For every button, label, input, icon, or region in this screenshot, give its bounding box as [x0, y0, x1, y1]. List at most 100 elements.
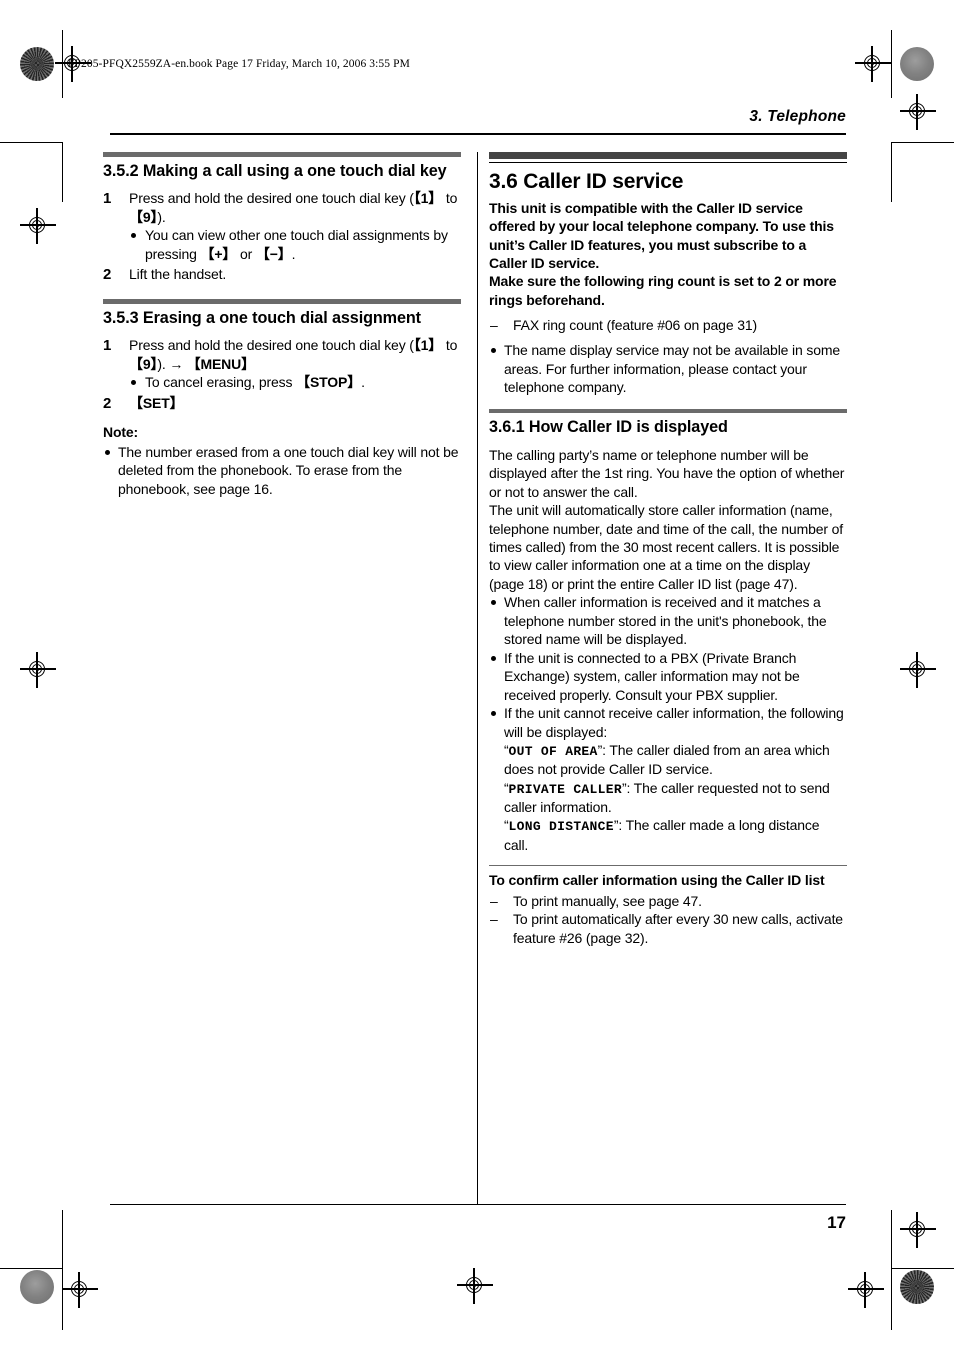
step-number: 2: [103, 266, 112, 284]
registration-mark-left-middle: [20, 652, 56, 688]
section-3-6-lead-2: Make sure the following ring count is se…: [489, 273, 837, 308]
trim-line-bottom-right: [892, 1268, 954, 1270]
display-message-long-distance: “LONG DISTANCE”: The caller made a long …: [504, 816, 847, 854]
step-number: 2: [103, 394, 112, 412]
trim-line-right-vert: [891, 142, 893, 202]
trim-line-top-right: [892, 142, 954, 144]
document-page: FP205-PFQX2559ZA-en.book Page 17 Friday,…: [0, 0, 954, 1351]
section-3-6-heading: 3.6 Caller ID service: [489, 169, 684, 193]
arrow-icon: →: [169, 355, 183, 372]
key-stop: 【STOP】: [296, 374, 362, 391]
section-3-6-lead-1: This unit is compatible with the Caller …: [489, 199, 834, 271]
list-item: The name display service may not be avai…: [489, 341, 847, 396]
bullet-text-after: .: [291, 245, 296, 262]
list-item: When caller information is received and …: [489, 593, 847, 648]
step-text: Press and hold the desired one touch dia…: [129, 336, 461, 392]
registration-mark-bottom-center: [457, 1268, 493, 1304]
display-code: PRIVATE CALLER: [508, 781, 622, 797]
footer-rule: [110, 1204, 846, 1206]
registration-mark-right-upper: [900, 94, 936, 130]
section-3-5-2-heading: 3.5.2 Making a call using a one touch di…: [103, 161, 447, 180]
list-item: FAX ring count (feature #06 on page 31): [489, 316, 847, 335]
key-menu: 【MENU】: [186, 355, 255, 372]
book-file-info-line: FP205-PFQX2559ZA-en.book Page 17 Friday,…: [68, 58, 410, 70]
step-text-after: ).: [157, 355, 170, 372]
list-item: To print manually, see page 47.: [489, 892, 847, 911]
confirm-dash-list: To print manually, see page 47. To print…: [489, 892, 847, 947]
trim-line-right-lower: [891, 1268, 893, 1330]
header-rule: [110, 133, 846, 135]
step-text: Press and hold the desired one touch dia…: [129, 189, 461, 263]
step-number: 1: [103, 336, 112, 354]
step-item: 2 【SET】: [103, 394, 461, 414]
trim-line-top-left: [0, 142, 62, 144]
key-1: 【1】: [413, 189, 443, 206]
step-bullet-list: To cancel erasing, press 【STOP】.: [129, 373, 461, 391]
list-item: To cancel erasing, press 【STOP】.: [129, 373, 461, 391]
note-label: Note:: [103, 423, 139, 440]
page-number: 17: [827, 1213, 846, 1232]
key-9: 【9】: [129, 355, 158, 372]
registration-mark-right-middle: [900, 652, 936, 688]
display-message-out-of-area: “OUT OF AREA”: The caller dialed from an…: [504, 741, 847, 779]
step-number: 1: [103, 189, 112, 207]
trim-line-left-bottom: [62, 1210, 64, 1270]
key-set: 【SET】: [129, 394, 184, 411]
section-3-6-1-bullet-list: When caller information is received and …: [489, 593, 847, 854]
step-text: Lift the handset.: [129, 266, 227, 283]
section-rule: [103, 152, 461, 157]
key-9: 【9】: [129, 208, 158, 225]
registration-mark-left-upper: [20, 208, 56, 244]
step-text-mid: to: [442, 336, 458, 353]
section-3-6-1-heading: 3.6.1 How Caller ID is displayed: [489, 418, 728, 437]
section-3-5-3: 3.5.3 Erasing a one touch dial assignmen…: [103, 299, 461, 498]
list-item: If the unit cannot receive caller inform…: [489, 704, 847, 854]
trim-line-left-vert: [62, 142, 64, 202]
section-3-6: 3.6 Caller ID service This unit is compa…: [489, 152, 847, 397]
major-section-rule: [489, 152, 847, 159]
section-3-5-3-heading: 3.5.3 Erasing a one touch dial assignmen…: [103, 308, 421, 327]
trim-line-right-top: [891, 30, 893, 98]
section-rule: [489, 408, 847, 414]
bullet-text-mid: or: [236, 245, 256, 262]
trim-line-right-bottom: [891, 1210, 893, 1270]
confirm-caller-info-heading: To confirm caller information using the …: [489, 872, 825, 889]
registration-mark-right-lower: [900, 1212, 936, 1248]
section-3-6-1-paragraph-2: The unit will automatically store caller…: [489, 502, 843, 592]
column-divider: [477, 152, 479, 1204]
subsection-rule: [489, 865, 847, 867]
key-plus: 【+】: [200, 245, 237, 262]
step-item: 2 Lift the handset.: [103, 265, 461, 285]
step-text-after: ).: [157, 208, 166, 225]
display-code: OUT OF AREA: [508, 744, 598, 760]
halftone-dot-bottom-right: [900, 1270, 934, 1304]
step-text-mid: to: [442, 189, 458, 206]
section-3-6-1: 3.6.1 How Caller ID is displayed The cal…: [489, 408, 847, 947]
major-section-rule-thin: [489, 161, 847, 163]
list-item: The number erased from a one touch dial …: [103, 443, 461, 498]
bullet-text-before: To cancel erasing, press: [145, 374, 297, 391]
step-text-before: Press and hold the desired one touch dia…: [129, 336, 414, 353]
halftone-dot-top-right: [900, 47, 934, 81]
section-3-6-1-paragraph-1: The calling party’s name or telephone nu…: [489, 446, 845, 500]
key-1: 【1】: [413, 336, 443, 353]
step-bullet-list: You can view other one touch dial assign…: [129, 226, 461, 263]
running-head-chapter: 3. Telephone: [749, 108, 846, 125]
section-3-6-dash-list: FAX ring count (feature #06 on page 31): [489, 316, 847, 335]
registration-mark-top-right: [855, 46, 891, 82]
display-code: LONG DISTANCE: [508, 819, 614, 835]
display-message-private-caller: “PRIVATE CALLER”: The caller requested n…: [504, 779, 847, 817]
registration-mark-bottom-right: [848, 1272, 884, 1308]
registration-mark-bottom-left: [62, 1272, 98, 1308]
note-bullet-list: The number erased from a one touch dial …: [103, 443, 461, 498]
section-3-6-bullet-list: The name display service may not be avai…: [489, 341, 847, 396]
halftone-dot-top-left: [20, 47, 54, 81]
step-text-before: Press and hold the desired one touch dia…: [129, 189, 414, 206]
list-item: If the unit is connected to a PBX (Priva…: [489, 649, 847, 704]
section-3-5-2: 3.5.2 Making a call using a one touch di…: [103, 152, 461, 285]
step-item: 1 Press and hold the desired one touch d…: [103, 189, 461, 263]
step-item: 1 Press and hold the desired one touch d…: [103, 336, 461, 392]
bullet-text: If the unit cannot receive caller inform…: [504, 705, 844, 740]
bullet-text-before: You can view other one touch dial assign…: [145, 227, 448, 262]
right-column: 3.6 Caller ID service This unit is compa…: [489, 152, 847, 947]
